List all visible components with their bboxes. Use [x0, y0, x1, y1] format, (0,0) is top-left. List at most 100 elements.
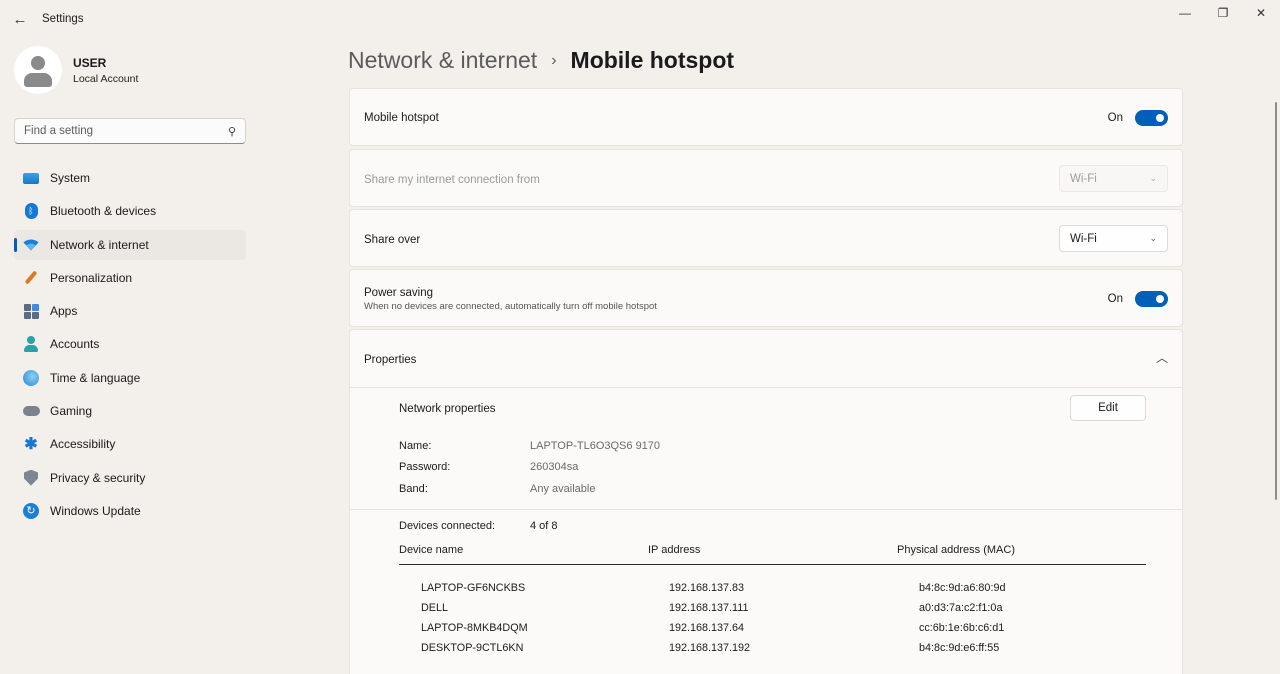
sidebar-item-personalization[interactable]: Personalization [14, 263, 246, 293]
share-from-value: Wi-Fi [1070, 172, 1097, 185]
edit-button[interactable]: Edit [1070, 395, 1146, 421]
back-arrow-icon: ← [12, 10, 28, 28]
device-name-cell: LAPTOP-GF6NCKBS [421, 582, 526, 594]
search-box[interactable]: ⚲ [14, 118, 246, 144]
devices-connected-value: 4 of 8 [530, 520, 558, 532]
share-from-label: Share my internet connection from [364, 174, 540, 186]
table-row: DELL 192.168.137.111 a0:d3:7a:c2:f1:0a [350, 602, 1182, 622]
password-key: Password: [399, 461, 451, 473]
globe-icon [22, 369, 40, 387]
system-icon [22, 169, 40, 187]
avatar [14, 46, 62, 94]
sidebar-nav: System ᛒ Bluetooth & devices Network & i… [14, 163, 246, 529]
gamepad-icon [22, 402, 40, 420]
chevron-up-icon[interactable]: ︿ [1156, 349, 1168, 366]
breadcrumb: Network & internet › Mobile hotspot [348, 47, 734, 74]
network-properties-label: Network properties [399, 403, 496, 415]
chevron-down-icon: ⌄ [1149, 233, 1157, 243]
sidebar-item-label: Gaming [50, 404, 93, 419]
breadcrumb-parent[interactable]: Network & internet [348, 47, 537, 74]
properties-header[interactable]: Properties ︿ [350, 330, 1182, 387]
share-over-value: Wi-Fi [1070, 232, 1097, 245]
breadcrumb-separator-icon: › [551, 51, 557, 69]
sidebar-item-accessibility[interactable]: ✱ Accessibility [14, 429, 246, 459]
share-from-dropdown: Wi-Fi ⌄ [1059, 165, 1168, 192]
accessibility-icon: ✱ [24, 436, 38, 454]
table-row: DESKTOP-9CTL6KN 192.168.137.192 b4:8c:9d… [350, 642, 1182, 662]
chevron-down-icon: ⌄ [1149, 173, 1157, 183]
restore-button[interactable]: ❐ [1206, 3, 1240, 23]
table-row: LAPTOP-GF6NCKBS 192.168.137.83 b4:8c:9d:… [350, 582, 1182, 602]
sidebar-item-network[interactable]: Network & internet [14, 229, 246, 260]
bluetooth-icon: ᛒ [22, 202, 40, 220]
share-over-label: Share over [364, 234, 421, 246]
sidebar-item-label: System [50, 171, 91, 185]
column-header-mac: Physical address (MAC) [897, 544, 1015, 556]
sidebar-item-apps[interactable]: Apps [14, 296, 246, 326]
sidebar-item-label: Time & language [50, 370, 141, 385]
name-key: Name: [399, 440, 432, 452]
sidebar-item-label: Windows Update [50, 503, 141, 518]
share-over-dropdown[interactable]: Wi-Fi ⌄ [1059, 225, 1168, 252]
power-saving-label: Power saving [364, 287, 434, 299]
title-bar: ← Settings — ❐ ✕ [0, 0, 1280, 38]
update-icon: ↻ [22, 502, 40, 520]
shield-icon [22, 469, 40, 487]
sidebar-item-label: Bluetooth & devices [50, 204, 157, 219]
sidebar-item-windows-update[interactable]: ↻ Windows Update [14, 496, 246, 526]
scrollbar[interactable] [1275, 102, 1277, 500]
sidebar-item-gaming[interactable]: Gaming [14, 396, 246, 426]
close-button[interactable]: ✕ [1244, 3, 1278, 23]
back-button[interactable]: ← [8, 8, 32, 30]
sidebar-item-bluetooth[interactable]: ᛒ Bluetooth & devices [14, 196, 246, 226]
sidebar-item-label: Network & internet [50, 237, 149, 252]
accounts-icon [22, 335, 40, 353]
sidebar-item-label: Privacy & security [50, 470, 146, 485]
page-title: Mobile hotspot [570, 47, 735, 73]
brush-icon [22, 269, 40, 287]
table-header-rule [399, 564, 1146, 565]
column-header-device-name: Device name [399, 544, 464, 556]
minimize-icon: — [1179, 6, 1191, 20]
ip-address-cell: 192.168.137.192 [669, 642, 751, 654]
devices-connected-key: Devices connected: [399, 520, 495, 532]
sidebar-item-accounts[interactable]: Accounts [14, 329, 246, 359]
name-value: LAPTOP-TL6O3QS6 9170 [530, 440, 661, 452]
sidebar-item-privacy[interactable]: Privacy & security [14, 463, 246, 493]
power-saving-toggle[interactable] [1135, 291, 1168, 307]
ip-address-cell: 192.168.137.111 [669, 602, 749, 614]
mac-address-cell: b4:8c:9d:a6:80:9d [919, 582, 1006, 594]
search-icon[interactable]: ⚲ [228, 125, 236, 138]
ip-address-cell: 192.168.137.64 [669, 622, 745, 634]
sidebar-item-label: Personalization [50, 270, 133, 285]
band-value: Any available [530, 483, 596, 495]
band-key: Band: [399, 483, 428, 495]
mac-address-cell: cc:6b:1e:6b:c6:d1 [919, 622, 1005, 634]
table-row: LAPTOP-8MKB4DQM 192.168.137.64 cc:6b:1e:… [350, 622, 1182, 642]
share-from-card: Share my internet connection from Wi-Fi … [349, 149, 1183, 207]
mobile-hotspot-card: Mobile hotspot On [349, 88, 1183, 146]
user-profile[interactable]: USER Local Account [14, 46, 138, 94]
device-name-cell: DELL [421, 602, 449, 614]
sidebar-item-label: Accessibility [50, 437, 116, 452]
sidebar-item-system[interactable]: System [14, 163, 246, 193]
search-input[interactable] [24, 125, 204, 137]
column-header-ip-address: IP address [648, 544, 701, 556]
mobile-hotspot-toggle[interactable] [1135, 110, 1168, 126]
share-over-card: Share over Wi-Fi ⌄ [349, 209, 1183, 267]
network-icon [22, 236, 40, 254]
power-saving-description: When no devices are connected, automatic… [364, 301, 657, 312]
sidebar-item-time-language[interactable]: Time & language [14, 363, 246, 393]
mac-address-cell: b4:8c:9d:e6:ff:55 [919, 642, 1000, 654]
close-icon: ✕ [1255, 6, 1267, 20]
device-name-cell: DESKTOP-9CTL6KN [421, 642, 524, 654]
properties-title: Properties [364, 354, 417, 366]
apps-icon [22, 302, 40, 320]
password-value: 260304sa [530, 461, 579, 473]
app-title: Settings [42, 13, 84, 25]
restore-icon: ❐ [1217, 6, 1229, 20]
minimize-button[interactable]: — [1168, 3, 1202, 23]
mobile-hotspot-label: Mobile hotspot [364, 112, 439, 124]
power-saving-card: Power saving When no devices are connect… [349, 269, 1183, 327]
ip-address-cell: 192.168.137.83 [669, 582, 745, 594]
